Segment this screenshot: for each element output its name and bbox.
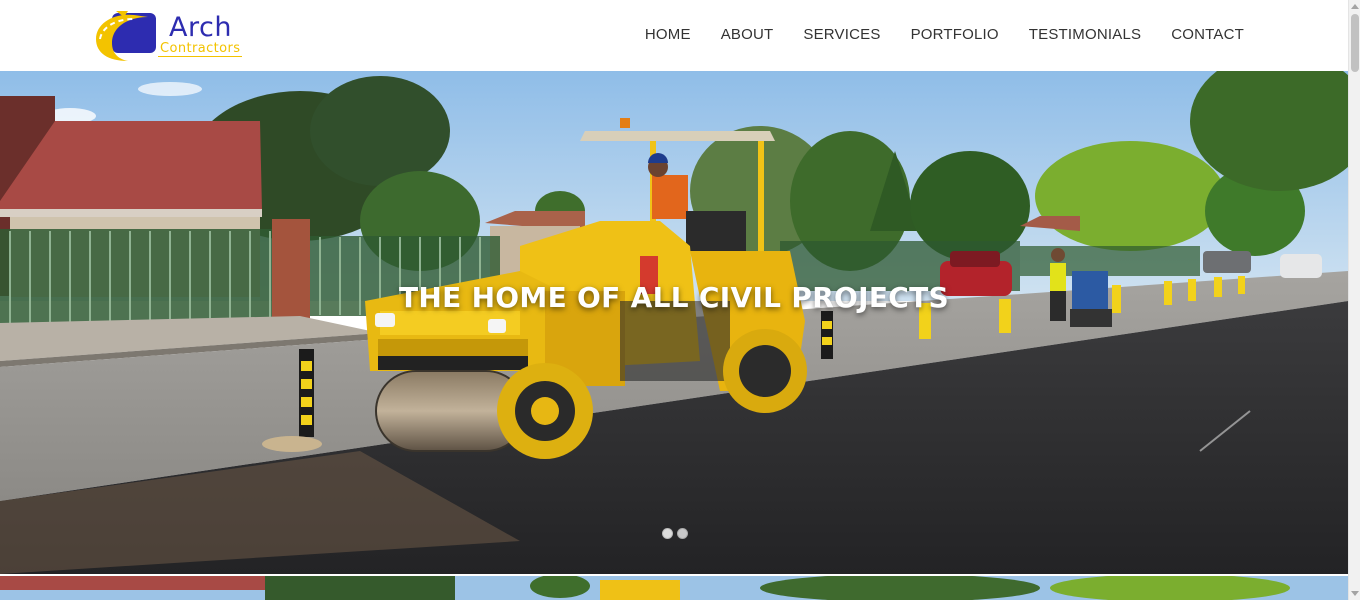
slider-dot-1[interactable] [662, 528, 673, 539]
road-logo-icon [96, 11, 156, 62]
nav-contact[interactable]: CONTACT [1171, 26, 1244, 43]
scroll-down-arrow-icon[interactable] [1351, 591, 1359, 596]
nav-testimonials[interactable]: TESTIMONIALS [1029, 26, 1141, 43]
scroll-up-arrow-icon[interactable] [1351, 4, 1359, 9]
hero-slider: THE HOME OF ALL CIVIL PROJECTS [0, 71, 1348, 574]
hero-title: THE HOME OF ALL CIVIL PROJECTS [398, 281, 950, 314]
nav-services[interactable]: SERVICES [803, 26, 880, 43]
brand-logo[interactable]: Arch Contractors [94, 9, 254, 65]
site-header: Arch Contractors HOME ABOUT SERVICES POR… [0, 0, 1348, 70]
slider-pagination [662, 528, 688, 539]
slider-dot-2[interactable] [677, 528, 688, 539]
nav-about[interactable]: ABOUT [721, 26, 774, 43]
brand-name: Arch [169, 12, 232, 43]
next-section-image [0, 576, 1348, 600]
page-scrollbar[interactable] [1348, 0, 1360, 600]
scrollbar-thumb[interactable] [1351, 14, 1359, 72]
nav-portfolio[interactable]: PORTFOLIO [911, 26, 999, 43]
nav-home[interactable]: HOME [645, 26, 691, 43]
next-section-preview [0, 576, 1348, 600]
brand-tagline: Contractors [158, 41, 243, 57]
hero-image-road-roller [0, 71, 1348, 574]
main-nav: HOME ABOUT SERVICES PORTFOLIO TESTIMONIA… [645, 26, 1244, 43]
